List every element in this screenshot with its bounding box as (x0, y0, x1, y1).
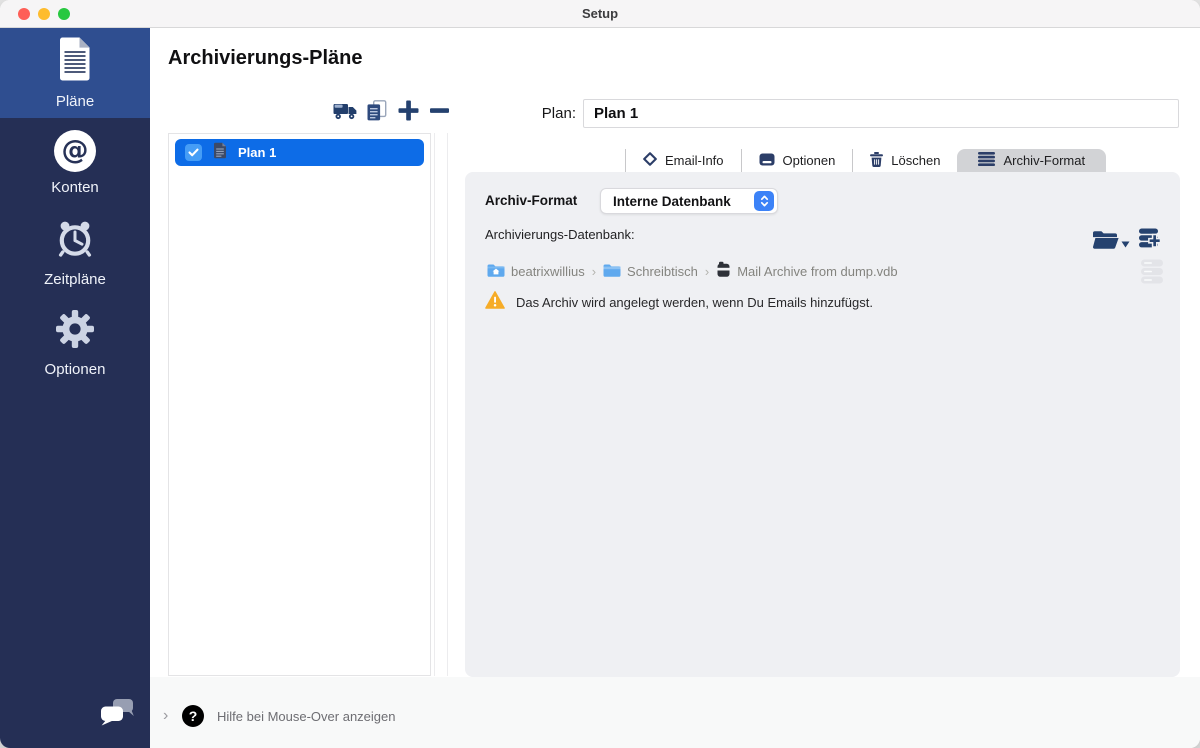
checkbox-checked-icon[interactable] (185, 144, 202, 161)
sidebar-item-zeitplaene[interactable]: Zeitpläne (0, 208, 150, 298)
path-item-label: beatrixwillius (511, 264, 585, 279)
path-item-file[interactable]: Mail Archive from dump.vdb (716, 261, 897, 281)
document-icon (57, 37, 93, 86)
sidebar-item-label: Optionen (45, 361, 106, 378)
warning-icon (485, 291, 505, 314)
plan-toolbar (333, 97, 450, 123)
tab-label: Optionen (783, 153, 836, 168)
window-title: Setup (0, 0, 1200, 28)
choose-folder-button[interactable] (1092, 229, 1130, 254)
stepper-icon (754, 191, 774, 211)
dropdown-value: Interne Datenbank (613, 194, 731, 209)
titlebar: Setup (0, 0, 1200, 28)
tab-email-info[interactable]: Email-Info (625, 149, 741, 172)
tab-archiv-format[interactable]: Archiv-Format (957, 149, 1106, 172)
home-folder-icon (487, 263, 505, 280)
archive-format-dropdown[interactable]: Interne Datenbank (600, 188, 778, 214)
folder-icon (603, 263, 621, 280)
database-disabled-icon (1141, 259, 1163, 289)
path-item-label: Schreibtisch (627, 264, 698, 279)
at-icon: @ (54, 130, 96, 172)
sidebar-item-plaene[interactable]: Pläne (0, 28, 150, 118)
plan-row-label: Plan 1 (238, 145, 276, 160)
remove-icon[interactable] (429, 99, 450, 122)
add-icon[interactable] (397, 99, 420, 122)
tab-label: Löschen (891, 153, 940, 168)
plan-list-row[interactable]: Plan 1 (175, 139, 424, 166)
caret-down-icon (1121, 241, 1130, 248)
help-icon[interactable]: ? (182, 705, 204, 727)
path-separator: › (705, 264, 709, 279)
tab-loeschen[interactable]: Löschen (852, 149, 957, 172)
list-divider (434, 133, 435, 676)
diamond-icon (643, 152, 657, 169)
open-folder-icon (1092, 229, 1119, 254)
sidebar-item-label: Pläne (56, 93, 94, 110)
truck-icon[interactable] (333, 101, 357, 120)
sidebar-item-konten[interactable]: @ Konten (0, 118, 150, 208)
tab-label: Email-Info (665, 153, 724, 168)
page-title: Archivierungs-Pläne (168, 47, 363, 70)
archive-path-control: beatrixwillius › Schreibtisch › (487, 262, 898, 280)
sidebar-item-label: Konten (51, 179, 99, 196)
trash-icon (870, 152, 883, 170)
tabbar: Email-Info Optionen (625, 149, 1106, 172)
path-item-label: Mail Archive from dump.vdb (737, 264, 897, 279)
duplicate-icon[interactable] (366, 100, 388, 121)
plan-field-label: Plan: (516, 105, 576, 122)
sidebar-item-optionen[interactable]: Optionen (0, 298, 150, 388)
database-icon (978, 152, 995, 169)
archive-format-label: Archiv-Format (485, 193, 577, 208)
plan-list: Plan 1 (168, 133, 431, 676)
database-file-icon (716, 261, 731, 281)
path-item-home[interactable]: beatrixwillius (487, 263, 585, 280)
disclosure-chevron-icon[interactable]: › (163, 707, 177, 725)
setup-window: Setup Pläne @ Konten (0, 0, 1200, 748)
archive-database-label: Archivierungs-Datenbank: (485, 227, 635, 242)
plan-name-input[interactable] (583, 99, 1179, 128)
warning-row: Das Archiv wird angelegt werden, wenn Du… (485, 291, 873, 314)
chat-bubbles-icon[interactable] (101, 699, 134, 732)
panel-icon (759, 153, 775, 169)
path-separator: › (592, 264, 596, 279)
path-item-desktop[interactable]: Schreibtisch (603, 263, 698, 280)
warning-text: Das Archiv wird angelegt werden, wenn Du… (516, 295, 873, 310)
panel-divider (447, 133, 448, 676)
plan-doc-icon (213, 142, 227, 164)
sidebar: Pläne @ Konten Zeitpläne (0, 28, 150, 748)
footer: › ? Hilfe bei Mouse-Over anzeigen (150, 677, 1200, 748)
sidebar-item-label: Zeitpläne (44, 271, 106, 288)
tab-label: Archiv-Format (1003, 153, 1085, 168)
gear-icon (55, 309, 95, 354)
tab-optionen[interactable]: Optionen (741, 149, 853, 172)
alarm-clock-icon (55, 219, 95, 264)
archive-format-panel: Archiv-Format Interne Datenbank Archivie… (465, 172, 1180, 677)
help-text: Hilfe bei Mouse-Over anzeigen (217, 709, 395, 724)
add-database-button[interactable] (1139, 227, 1164, 257)
